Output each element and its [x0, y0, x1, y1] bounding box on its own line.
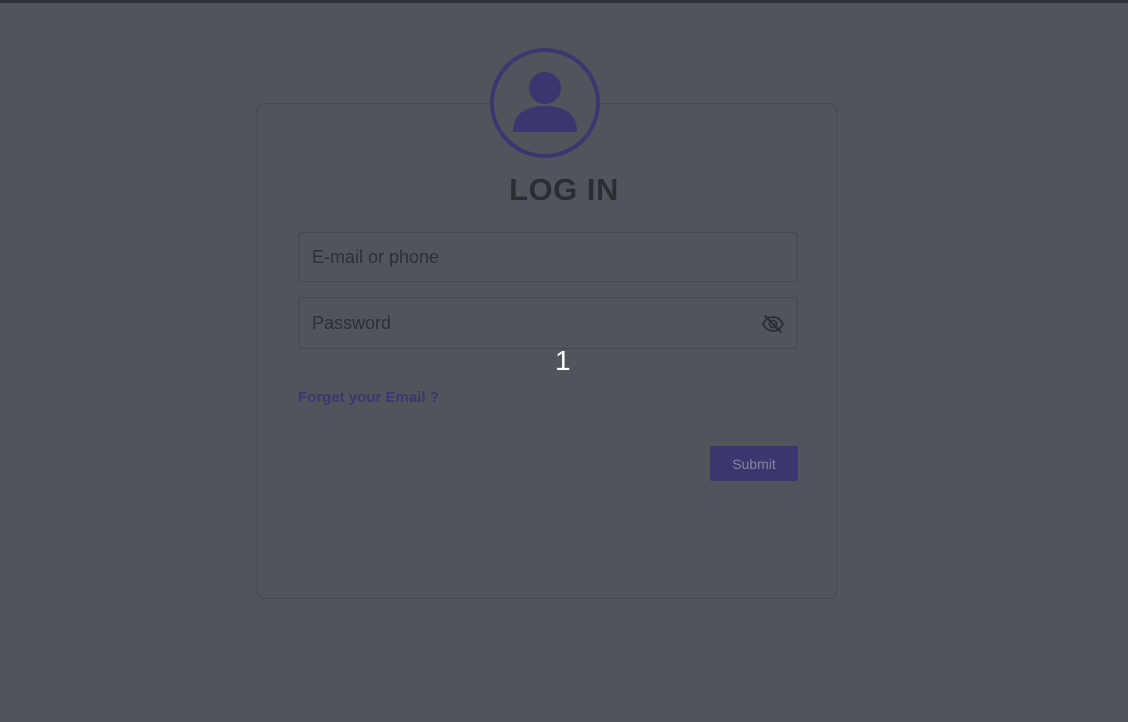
submit-button[interactable]: Submit [710, 446, 798, 481]
eye-off-icon [761, 314, 785, 334]
password-visibility-toggle[interactable] [760, 311, 786, 337]
forgot-email-link[interactable]: Forget your Email ? [298, 389, 439, 406]
page-title: LOG IN [509, 172, 619, 207]
top-border [0, 0, 1128, 3]
email-field-wrapper [298, 232, 798, 282]
password-field-wrapper [298, 297, 798, 349]
email-field[interactable] [299, 233, 797, 281]
annotation-marker: 1 [555, 345, 571, 376]
user-icon [513, 72, 577, 132]
avatar [490, 48, 600, 158]
password-field[interactable] [299, 298, 797, 348]
